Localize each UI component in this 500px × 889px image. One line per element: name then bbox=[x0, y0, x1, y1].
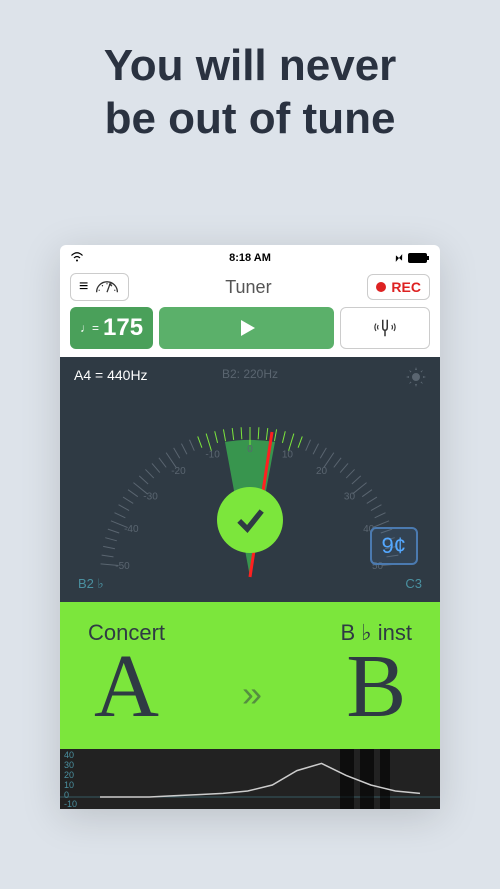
play-button[interactable] bbox=[159, 307, 334, 349]
app-header: ≡ Tuner REC bbox=[60, 267, 440, 307]
instrument-note: B bbox=[340, 646, 412, 727]
tuning-fork-icon bbox=[370, 316, 400, 340]
record-button[interactable]: REC bbox=[367, 274, 430, 300]
gauge-icon bbox=[94, 278, 120, 296]
svg-text:-50: -50 bbox=[115, 561, 130, 572]
svg-text:-40: -40 bbox=[124, 524, 139, 535]
graph-scale: 40 30 20 10 0 -10 bbox=[64, 751, 77, 809]
hero-heading: You will never be out of tune bbox=[0, 0, 500, 166]
settings-button[interactable] bbox=[406, 367, 426, 390]
note-panel: Concert A » B ♭ inst B bbox=[60, 602, 440, 749]
svg-text:-30: -30 bbox=[143, 491, 158, 502]
app-title: Tuner bbox=[225, 277, 271, 298]
svg-text:20: 20 bbox=[316, 466, 328, 477]
status-time: 8:18 AM bbox=[229, 252, 271, 264]
pitch-graph: 40 30 20 10 0 -10 bbox=[60, 749, 440, 809]
graph-line bbox=[60, 749, 440, 809]
phone-frame: 8:18 AM ≡ Tuner REC ♩= 175 bbox=[60, 245, 440, 809]
in-tune-indicator bbox=[217, 487, 283, 553]
transpose-arrow-icon: » bbox=[242, 673, 258, 715]
record-icon bbox=[376, 282, 386, 292]
hamburger-icon: ≡ bbox=[79, 278, 88, 296]
tuner-gauge: A4 = 440Hz B2: 220Hz -50 -40 -30 -20 -10 0 10 2… bbox=[60, 357, 440, 602]
svg-text:0: 0 bbox=[247, 444, 253, 455]
toolbar: ♩= 175 bbox=[60, 307, 440, 357]
status-bar: 8:18 AM bbox=[60, 245, 440, 267]
tempo-button[interactable]: ♩= 175 bbox=[70, 307, 153, 349]
svg-text:-10: -10 bbox=[205, 450, 220, 461]
reference-pitch: A4 = 440Hz bbox=[74, 367, 148, 383]
detected-frequency: B2: 220Hz bbox=[222, 367, 278, 381]
check-icon bbox=[232, 502, 268, 538]
cents-readout: 9¢ bbox=[370, 527, 418, 565]
play-icon bbox=[237, 318, 257, 338]
tuning-fork-button[interactable] bbox=[340, 307, 430, 349]
upper-note-label: C3 bbox=[405, 576, 422, 592]
concert-note: A bbox=[88, 646, 165, 727]
note-icon: ♩= bbox=[80, 321, 99, 335]
battery-icon bbox=[394, 253, 430, 263]
svg-text:10: 10 bbox=[282, 450, 294, 461]
lower-note-label: B2 ♭ bbox=[78, 576, 104, 592]
wifi-icon bbox=[70, 252, 84, 265]
svg-text:-20: -20 bbox=[171, 466, 186, 477]
svg-text:30: 30 bbox=[344, 491, 356, 502]
menu-button[interactable]: ≡ bbox=[70, 273, 129, 301]
gear-icon bbox=[406, 367, 426, 387]
